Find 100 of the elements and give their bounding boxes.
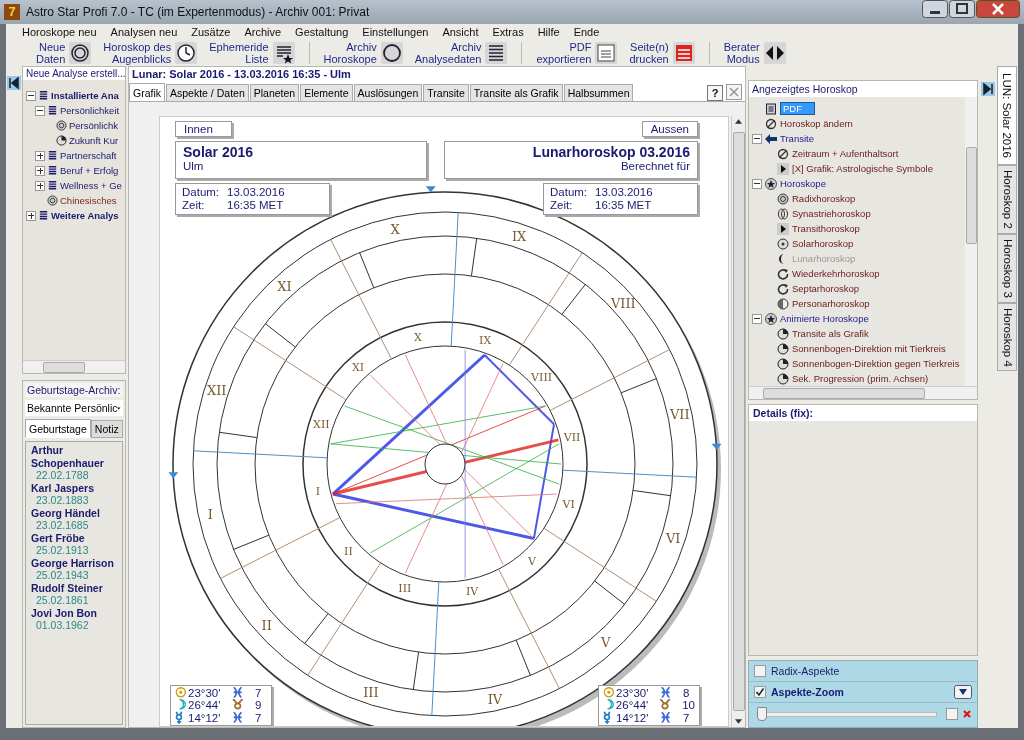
tab[interactable]: Planeten (249, 84, 300, 101)
checkbox[interactable] (754, 665, 766, 677)
person-name[interactable]: Rudolf Steiner (31, 581, 117, 594)
horizontal-scrollbar[interactable] (749, 386, 977, 399)
tree-item[interactable]: Zeitraum + Aufenthaltsort (792, 148, 899, 159)
tab[interactable]: Horoskop 4 (997, 302, 1017, 372)
expand-toggle[interactable] (35, 180, 45, 191)
inner-chart-label[interactable]: Innen (175, 121, 232, 137)
collapse-left-button[interactable] (7, 76, 21, 90)
menu-item[interactable]: Archive (238, 26, 290, 38)
tree-item[interactable]: Sonnenbogen-Direktion mit Tierkreis (792, 343, 946, 354)
tree-item[interactable]: Transite als Grafik (792, 328, 869, 339)
tab[interactable]: Aspekte / Daten (166, 84, 249, 101)
expand-toggle[interactable] (26, 90, 36, 101)
scroll-down-icon[interactable] (735, 719, 742, 724)
vertical-scrollbar[interactable] (965, 97, 977, 386)
tree-item[interactable]: Horoskope (780, 178, 826, 189)
toolbar-button[interactable]: Neue Daten (34, 41, 94, 65)
tab[interactable]: Halbsummen (563, 84, 634, 101)
tree-item[interactable]: Chinesisches (60, 195, 117, 206)
toolbar-button[interactable]: Archiv Horoskope (321, 41, 405, 65)
tab[interactable]: Notiz (90, 420, 123, 438)
toolbar-button[interactable]: Archiv Analysedaten (412, 41, 510, 65)
tab[interactable]: Transite (423, 84, 469, 101)
tree-item[interactable]: Weitere Analys (51, 210, 119, 221)
expand-toggle[interactable] (35, 165, 45, 176)
double-ring-icon (777, 207, 789, 220)
dropdown-button[interactable] (954, 685, 972, 699)
help-button[interactable]: ? (707, 85, 723, 101)
horizontal-scrollbar[interactable] (23, 360, 125, 373)
menu-item[interactable]: Analysen neu (104, 26, 186, 38)
tab[interactable]: Geburtstage (25, 419, 91, 438)
tree-item[interactable]: Persönlichkeit (60, 105, 120, 116)
tab[interactable]: Horoskop 2 (997, 165, 1017, 234)
person-name[interactable]: Karl Jaspers (31, 481, 117, 494)
tree-item[interactable]: Sek. Progression (prim. Achsen) (792, 373, 929, 384)
checkbox[interactable] (946, 708, 958, 720)
tree-item[interactable]: Septarhoroskop (792, 283, 860, 294)
tree-item[interactable]: Sonnenbogen-Direktion gegen Tierkreis (792, 358, 960, 369)
menu-item[interactable]: Hilfe (531, 26, 568, 38)
tree-item[interactable]: Wiederkehrhoroskop (792, 268, 880, 279)
tree-item[interactable]: Transite (780, 133, 814, 144)
close-icon[interactable] (726, 84, 742, 100)
tree-item[interactable]: Animierte Horoskope (780, 313, 869, 324)
outer-chart-label[interactable]: Aussen (641, 121, 698, 137)
tree-item[interactable]: [X] Grafik: Astrologische Symbole (792, 163, 933, 174)
checkbox[interactable] (754, 686, 766, 698)
tree-item[interactable]: Solarhoroskop (792, 238, 854, 249)
tree-item[interactable]: Horoskop ändern (780, 118, 853, 129)
close-icon[interactable] (963, 710, 971, 718)
archive-dropdown[interactable]: Bekannte Persönlic (25, 400, 123, 416)
toolbar-button[interactable]: Berater Modus (721, 41, 788, 65)
person-name[interactable]: George Harrison (31, 556, 117, 569)
expand-toggle[interactable] (35, 150, 45, 161)
menu-item[interactable]: Ende (567, 26, 608, 38)
tree-item[interactable]: Partnerschaft (60, 150, 117, 161)
person-name[interactable]: Georg Händel (31, 506, 117, 519)
expand-toggle[interactable] (752, 133, 762, 144)
expand-toggle[interactable] (752, 178, 762, 189)
vertical-scrollbar[interactable] (731, 116, 745, 727)
clock-icon (777, 327, 789, 340)
menu-item[interactable]: Extras (486, 26, 532, 38)
toolbar-button[interactable]: PDF exportieren (534, 41, 620, 65)
person-name[interactable]: Arthur Schopenhauer (31, 444, 117, 469)
tab[interactable]: Horoskop 3 (997, 233, 1017, 303)
tab[interactable]: Auslösungen (353, 84, 423, 101)
tree-item[interactable]: Synastriehoroskop (792, 208, 871, 219)
tab[interactable]: LUN: Solar 2016 (997, 66, 1017, 166)
toolbar-button[interactable]: Horoskop des Augenblicks (101, 41, 200, 65)
tab[interactable]: Transite als Grafik (469, 84, 563, 101)
scroll-up-icon[interactable] (735, 119, 742, 124)
close-button[interactable] (976, 0, 1020, 18)
menu-item[interactable]: Gestaltung (289, 26, 357, 38)
tab[interactable]: Grafik (129, 83, 165, 101)
expand-toggle[interactable] (26, 210, 36, 221)
minimize-button[interactable] (922, 0, 948, 18)
tree-item[interactable]: Beruf + Erfolg (60, 165, 119, 176)
maximize-button[interactable] (949, 0, 975, 18)
zoom-slider[interactable] (757, 707, 937, 721)
expand-toggle[interactable] (35, 105, 45, 116)
menu-item[interactable]: Ansicht (436, 26, 487, 38)
tree-item[interactable]: Personarhoroskop (792, 298, 870, 309)
person-name[interactable]: Gert Fröbe (31, 531, 117, 544)
tab[interactable]: Elemente (300, 84, 353, 101)
tree-item[interactable]: Radixhoroskop (792, 193, 856, 204)
tree-item[interactable]: Zukunft Kur (69, 135, 119, 146)
menu-item[interactable]: Horoskope neu (16, 26, 105, 38)
toolbar-button[interactable]: Ephemeride Liste (207, 41, 297, 65)
tree-item[interactable]: Persönlichk (69, 120, 119, 131)
tree-item[interactable]: Wellness + Ge (60, 180, 122, 191)
person-name[interactable]: Jovi Jon Bon (31, 606, 117, 619)
toolbar-button[interactable]: Seite(n) drucken (627, 41, 697, 65)
expand-toggle[interactable] (752, 313, 762, 324)
collapse-right-button[interactable] (981, 82, 995, 96)
clock-icon (56, 135, 67, 146)
menu-item[interactable]: Zusätze (185, 26, 239, 38)
tree-item[interactable]: Transithoroskop (792, 223, 860, 234)
tree-item[interactable]: Installierte Ana (51, 90, 119, 101)
birth-date: 23.02.1883 (35, 494, 90, 507)
menu-item[interactable]: Einstellungen (356, 26, 437, 38)
